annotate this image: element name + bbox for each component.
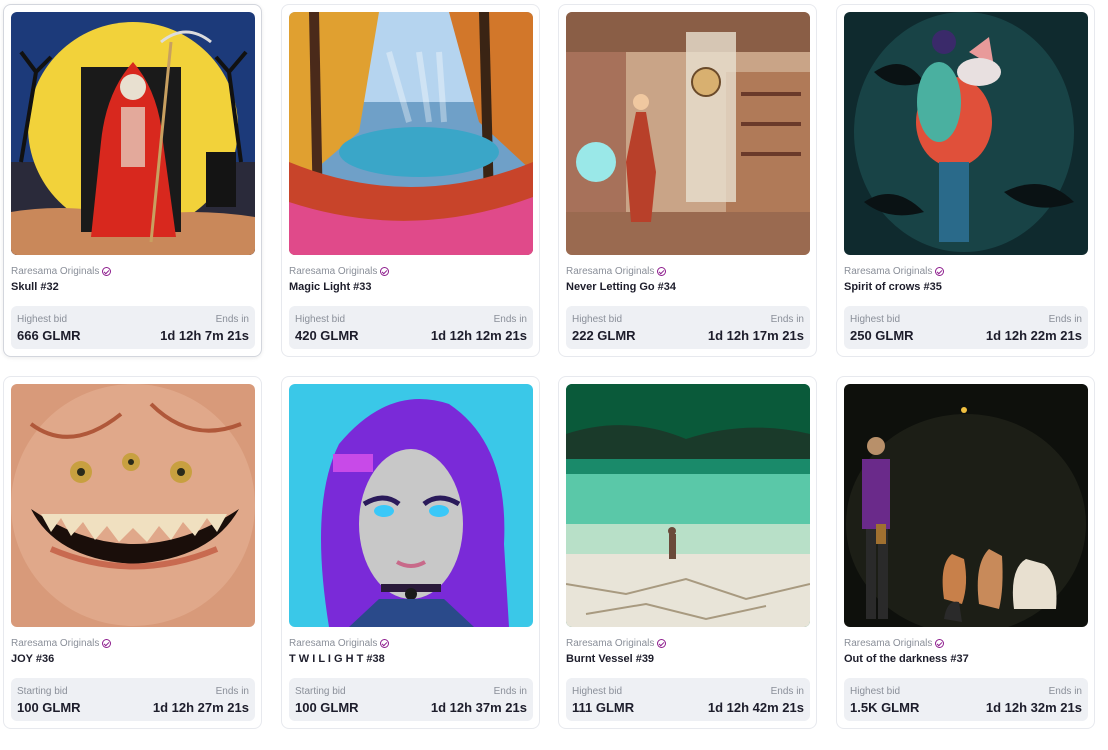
bid-value: 250 GLMR bbox=[850, 328, 914, 343]
ends-countdown: 1d 12h 22m 21s bbox=[985, 328, 1082, 343]
collection-label: Raresama Originals bbox=[844, 266, 933, 277]
verified-badge-icon bbox=[935, 267, 945, 276]
nft-title[interactable]: JOY #36 bbox=[11, 653, 54, 665]
autumn-forest-art[interactable] bbox=[289, 12, 533, 255]
bid-info: Highest bid 420 GLMR Ends in 1d 12h 12m … bbox=[289, 306, 533, 349]
nft-title[interactable]: Skull #32 bbox=[11, 281, 59, 293]
collection-name[interactable]: Raresama Originals bbox=[11, 266, 112, 277]
bid-info: Starting bid 100 GLMR Ends in 1d 12h 27m… bbox=[11, 678, 255, 721]
verified-badge-icon bbox=[380, 639, 390, 648]
collection-label: Raresama Originals bbox=[566, 266, 655, 277]
ends-label: Ends in bbox=[493, 314, 527, 325]
collection-name[interactable]: Raresama Originals bbox=[844, 638, 945, 649]
nft-card[interactable]: Raresama Originals Never Letting Go #34 … bbox=[558, 4, 817, 357]
bid-info: Highest bid 666 GLMR Ends in 1d 12h 7m 2… bbox=[11, 306, 255, 349]
bid-value: 420 GLMR bbox=[295, 328, 359, 343]
bid-value: 100 GLMR bbox=[17, 700, 81, 715]
bid-label: Highest bid bbox=[17, 314, 68, 325]
crow-spirit-art[interactable] bbox=[844, 12, 1088, 255]
collection-name[interactable]: Raresama Originals bbox=[289, 638, 390, 649]
bid-label: Highest bid bbox=[572, 314, 623, 325]
bid-value: 111 GLMR bbox=[572, 700, 635, 715]
bid-label: Highest bid bbox=[850, 686, 901, 697]
nft-card[interactable]: Raresama Originals T W I L I G H T #38 S… bbox=[281, 376, 540, 729]
verified-badge-icon bbox=[102, 267, 112, 276]
collection-label: Raresama Originals bbox=[844, 638, 933, 649]
nft-title[interactable]: Burnt Vessel #39 bbox=[566, 653, 654, 665]
ends-countdown: 1d 12h 32m 21s bbox=[985, 700, 1082, 715]
bid-label: Highest bid bbox=[572, 686, 623, 697]
collection-label: Raresama Originals bbox=[11, 638, 100, 649]
purple-hair-girl-art[interactable] bbox=[289, 384, 533, 627]
nft-card[interactable]: Raresama Originals Burnt Vessel #39 High… bbox=[558, 376, 817, 729]
verified-badge-icon bbox=[102, 639, 112, 648]
nft-title[interactable]: T W I L I G H T #38 bbox=[289, 653, 385, 665]
ends-countdown: 1d 12h 17m 21s bbox=[707, 328, 804, 343]
verified-badge-icon bbox=[657, 267, 667, 276]
collection-name[interactable]: Raresama Originals bbox=[566, 638, 667, 649]
nft-card[interactable]: Raresama Originals Magic Light #33 Highe… bbox=[281, 4, 540, 357]
ends-countdown: 1d 12h 12m 21s bbox=[430, 328, 527, 343]
witch-shop-art[interactable] bbox=[566, 12, 810, 255]
ends-countdown: 1d 12h 7m 21s bbox=[160, 328, 249, 343]
nft-card[interactable]: Raresama Originals JOY #36 Starting bid … bbox=[3, 376, 262, 729]
nft-title[interactable]: Out of the darkness #37 bbox=[844, 653, 969, 665]
collection-label: Raresama Originals bbox=[289, 266, 378, 277]
grim-reaper-art[interactable] bbox=[11, 12, 255, 255]
bid-info: Highest bid 1.5K GLMR Ends in 1d 12h 32m… bbox=[844, 678, 1088, 721]
grinning-monster-art[interactable] bbox=[11, 384, 255, 627]
nft-title[interactable]: Never Letting Go #34 bbox=[566, 281, 676, 293]
nft-card[interactable]: Raresama Originals Out of the darkness #… bbox=[836, 376, 1095, 729]
ends-label: Ends in bbox=[770, 314, 804, 325]
ends-label: Ends in bbox=[1048, 686, 1082, 697]
verified-badge-icon bbox=[380, 267, 390, 276]
ends-label: Ends in bbox=[493, 686, 527, 697]
ends-countdown: 1d 12h 37m 21s bbox=[430, 700, 527, 715]
bid-info: Highest bid 222 GLMR Ends in 1d 12h 17m … bbox=[566, 306, 810, 349]
collection-label: Raresama Originals bbox=[566, 638, 655, 649]
collection-name[interactable]: Raresama Originals bbox=[11, 638, 112, 649]
ends-label: Ends in bbox=[215, 686, 249, 697]
nft-title[interactable]: Magic Light #33 bbox=[289, 281, 372, 293]
bid-value: 1.5K GLMR bbox=[850, 700, 920, 715]
collection-label: Raresama Originals bbox=[289, 638, 378, 649]
ends-countdown: 1d 12h 27m 21s bbox=[152, 700, 249, 715]
collection-name[interactable]: Raresama Originals bbox=[844, 266, 945, 277]
bid-label: Starting bid bbox=[17, 686, 68, 697]
bid-label: Highest bid bbox=[850, 314, 901, 325]
bid-info: Starting bid 100 GLMR Ends in 1d 12h 37m… bbox=[289, 678, 533, 721]
ends-label: Ends in bbox=[1048, 314, 1082, 325]
man-with-dogs-art[interactable] bbox=[844, 384, 1088, 627]
auction-grid: Raresama Originals Skull #32 Highest bid… bbox=[0, 0, 1108, 750]
bid-label: Highest bid bbox=[295, 314, 346, 325]
bid-value: 666 GLMR bbox=[17, 328, 81, 343]
bid-value: 222 GLMR bbox=[572, 328, 636, 343]
nft-title[interactable]: Spirit of crows #35 bbox=[844, 281, 942, 293]
desert-wanderer-art[interactable] bbox=[566, 384, 810, 627]
bid-info: Highest bid 250 GLMR Ends in 1d 12h 22m … bbox=[844, 306, 1088, 349]
ends-label: Ends in bbox=[215, 314, 249, 325]
collection-name[interactable]: Raresama Originals bbox=[566, 266, 667, 277]
verified-badge-icon bbox=[657, 639, 667, 648]
nft-card[interactable]: Raresama Originals Spirit of crows #35 H… bbox=[836, 4, 1095, 357]
ends-countdown: 1d 12h 42m 21s bbox=[707, 700, 804, 715]
nft-card[interactable]: Raresama Originals Skull #32 Highest bid… bbox=[3, 4, 262, 357]
bid-label: Starting bid bbox=[295, 686, 346, 697]
collection-name[interactable]: Raresama Originals bbox=[289, 266, 390, 277]
ends-label: Ends in bbox=[770, 686, 804, 697]
bid-info: Highest bid 111 GLMR Ends in 1d 12h 42m … bbox=[566, 678, 810, 721]
collection-label: Raresama Originals bbox=[11, 266, 100, 277]
bid-value: 100 GLMR bbox=[295, 700, 359, 715]
verified-badge-icon bbox=[935, 639, 945, 648]
